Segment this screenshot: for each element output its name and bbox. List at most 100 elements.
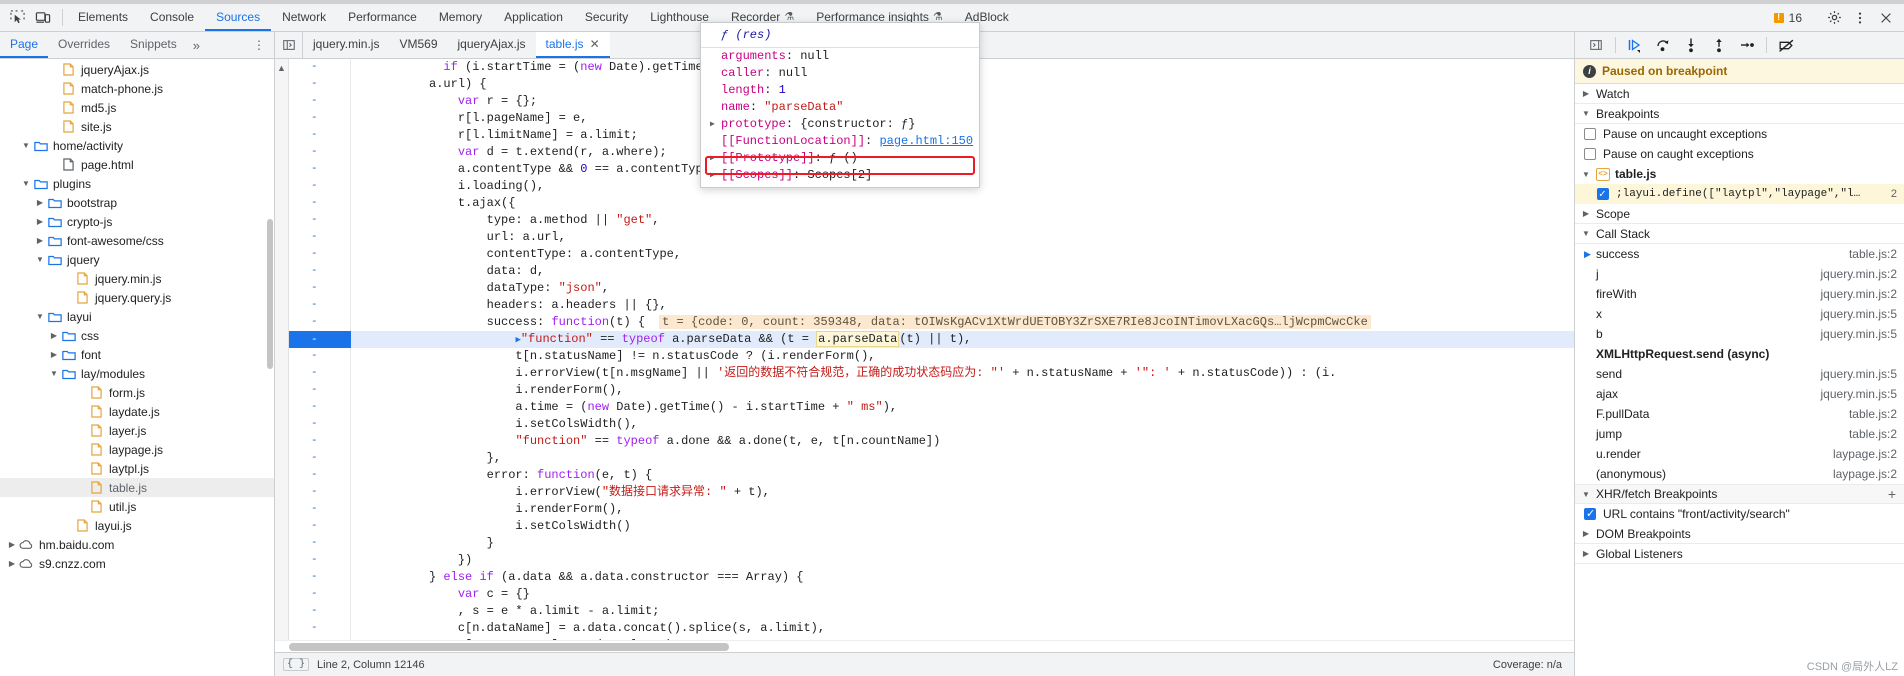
gutter-line[interactable]: -	[289, 365, 350, 382]
gutter-line[interactable]: -	[289, 382, 350, 399]
code-line[interactable]: error: function(e, t) {	[351, 467, 1574, 484]
add-xhr-breakpoint-icon[interactable]: +	[1888, 486, 1904, 502]
call-stack-frame[interactable]: u.render laypage.js:2	[1575, 444, 1904, 464]
gutter-line[interactable]: -	[289, 178, 350, 195]
gutter-line[interactable]: -	[289, 314, 350, 331]
chevron-right-icon[interactable]: ▶	[34, 236, 46, 245]
code-line[interactable]: i.errorView(t[n.msgName] || '返回的数据不符合规范，…	[351, 365, 1574, 382]
editor-scroll-up-icon[interactable]: ▲	[275, 59, 289, 640]
gutter-line[interactable]: -	[289, 144, 350, 161]
editor-tab-table-js[interactable]: table.js ✕	[535, 32, 610, 58]
scope-section-header[interactable]: ▶ Scope	[1575, 204, 1904, 224]
tree-file[interactable]: page.html	[0, 155, 274, 174]
code-line[interactable]: dataType: "json",	[351, 280, 1574, 297]
tree-file[interactable]: md5.js	[0, 98, 274, 117]
code-line[interactable]: var c = {}	[351, 586, 1574, 603]
main-tab-security[interactable]: Security	[574, 4, 639, 31]
breakpoint-checkbox[interactable]	[1597, 187, 1609, 201]
xhr-breakpoints-header[interactable]: ▼ XHR/fetch Breakpoints +	[1575, 484, 1904, 504]
call-stack-frame[interactable]: x jquery.min.js:5	[1575, 304, 1904, 324]
tree-folder[interactable]: ▼ home/activity	[0, 136, 274, 155]
gutter-line[interactable]: -	[289, 399, 350, 416]
tree-file[interactable]: util.js	[0, 497, 274, 516]
chevron-down-icon[interactable]: ▼	[34, 312, 46, 321]
gutter-line[interactable]: -	[289, 127, 350, 144]
chevron-right-icon[interactable]: ▶	[34, 217, 46, 226]
popup-property-row[interactable]: ▶ prototype: {constructor: ƒ}	[701, 116, 979, 133]
gutter-line[interactable]: -	[289, 501, 350, 518]
call-stack-frame[interactable]: send jquery.min.js:5	[1575, 364, 1904, 384]
call-stack-section-header[interactable]: ▼ Call Stack	[1575, 224, 1904, 244]
main-tab-performance[interactable]: Performance	[337, 4, 428, 31]
chevron-right-icon[interactable]: ▶	[6, 540, 18, 549]
code-line[interactable]: contentType: a.contentType,	[351, 246, 1574, 263]
call-stack-frame[interactable]: F.pullData table.js:2	[1575, 404, 1904, 424]
gutter-line[interactable]: -	[289, 280, 350, 297]
main-tab-elements[interactable]: Elements	[67, 4, 139, 31]
watch-section-header[interactable]: ▶ Watch	[1575, 84, 1904, 104]
dom-breakpoints-header[interactable]: ▶ DOM Breakpoints	[1575, 524, 1904, 544]
pause-caught-checkbox[interactable]	[1584, 148, 1596, 160]
gutter-line[interactable]: -	[289, 586, 350, 603]
gutter-line[interactable]: -	[289, 603, 350, 620]
gutter-line[interactable]: -	[289, 263, 350, 280]
popup-property-row[interactable]: caller: null	[701, 65, 979, 82]
tree-folder[interactable]: ▶ font	[0, 345, 274, 364]
code-line[interactable]: type: a.method || "get",	[351, 212, 1574, 229]
breakpoints-section-header[interactable]: ▼ Breakpoints	[1575, 104, 1904, 124]
gutter-line[interactable]: -	[289, 518, 350, 535]
popup-property-row[interactable]: ▶ [[Prototype]]: ƒ ()	[701, 150, 979, 167]
editor-tab-jqueryajax-js[interactable]: jqueryAjax.js	[448, 32, 536, 58]
gutter-line[interactable]: -	[289, 348, 350, 365]
breakpoint-file-group[interactable]: ▼ <> table.js	[1575, 164, 1904, 184]
gutter-line[interactable]: -	[289, 229, 350, 246]
call-stack-frame[interactable]: b jquery.min.js:5	[1575, 324, 1904, 344]
main-tab-console[interactable]: Console	[139, 4, 205, 31]
chevron-down-icon[interactable]: ▼	[20, 179, 32, 188]
chevron-right-icon[interactable]: ▶	[34, 198, 46, 207]
gutter-line[interactable]: -	[289, 161, 350, 178]
popup-property-row[interactable]: name: "parseData"	[701, 99, 979, 116]
tree-file[interactable]: laydate.js	[0, 402, 274, 421]
popup-property-row[interactable]: length: 1	[701, 82, 979, 99]
chevron-right-icon[interactable]: ▶	[710, 167, 715, 184]
tree-file[interactable]: layer.js	[0, 421, 274, 440]
tree-folder[interactable]: ▶ bootstrap	[0, 193, 274, 212]
navigator-scrollbar[interactable]	[266, 59, 274, 676]
warning-count-badge[interactable]: 16	[1767, 11, 1809, 25]
navigator-tab-page[interactable]: Page	[0, 32, 49, 58]
step-into-button[interactable]	[1678, 34, 1704, 56]
popup-property-row[interactable]: [[FunctionLocation]]: page.html:150	[701, 133, 979, 150]
chevron-right-icon[interactable]: ▶	[48, 331, 60, 340]
more-vertical-icon[interactable]	[1848, 7, 1872, 29]
object-preview-popup[interactable]: ƒ (res) arguments: null caller: null lengt…	[700, 22, 980, 188]
popup-source-link[interactable]: page.html:150	[879, 134, 973, 148]
pause-uncaught-checkbox[interactable]	[1584, 128, 1596, 140]
call-stack-frame[interactable]: XMLHttpRequest.send (async)	[1575, 344, 1904, 364]
gutter-line[interactable]: -	[289, 416, 350, 433]
popup-property-row[interactable]: ▶ [[Scopes]]: Scopes[2]	[701, 167, 979, 184]
chevron-right-icon[interactable]: ▶	[710, 150, 715, 167]
call-stack-frame[interactable]: jump table.js:2	[1575, 424, 1904, 444]
code-line[interactable]: headers: a.headers || {},	[351, 297, 1574, 314]
navigator-scrollbar-thumb[interactable]	[267, 219, 273, 369]
chevron-right-icon[interactable]: ▶	[6, 559, 18, 568]
gutter-line[interactable]: -	[289, 467, 350, 484]
inspect-element-icon[interactable]	[6, 8, 28, 28]
gutter-line[interactable]: -	[289, 552, 350, 569]
call-stack-frame[interactable]: (anonymous) laypage.js:2	[1575, 464, 1904, 484]
code-line[interactable]: t.ajax({	[351, 195, 1574, 212]
editor-tab-jquery-min-js[interactable]: jquery.min.js	[303, 32, 389, 58]
tree-folder[interactable]: ▶ css	[0, 326, 274, 345]
tree-file[interactable]: site.js	[0, 117, 274, 136]
chevron-down-icon[interactable]: ▼	[48, 369, 60, 378]
close-tab-icon[interactable]: ✕	[590, 38, 600, 50]
step-button[interactable]	[1734, 34, 1760, 56]
gutter-line[interactable]: -	[289, 76, 350, 93]
pause-uncaught-row[interactable]: Pause on uncaught exceptions	[1575, 124, 1904, 144]
close-icon[interactable]	[1874, 7, 1898, 29]
pause-caught-row[interactable]: Pause on caught exceptions	[1575, 144, 1904, 164]
code-line[interactable]: data: d,	[351, 263, 1574, 280]
code-line[interactable]: } else if (a.data && a.data.constructor …	[351, 569, 1574, 586]
navigator-options-icon[interactable]: ⋮	[244, 32, 274, 58]
